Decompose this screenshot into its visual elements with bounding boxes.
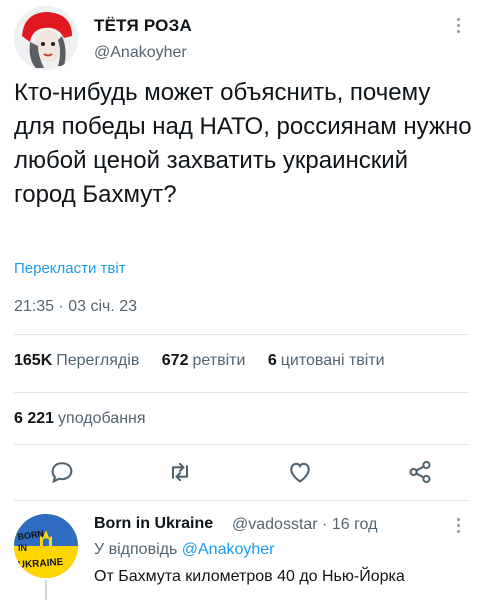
quotes-stat[interactable]: 6 цитовані твіти [268,352,385,369]
views-count: 165K [14,352,53,369]
likes-label: уподобання [58,410,146,427]
replying-prefix: У відповідь [94,541,178,558]
tweet-text: Кто-нибудь может объяснить, почему для п… [14,79,472,208]
thread-line [45,580,47,600]
replying-to-mention[interactable]: @Anakoyher [182,541,275,558]
reply-author-avatar[interactable]: BORN IN UKRAINE [14,514,78,578]
retweets-count: 672 [161,352,189,369]
author-avatar[interactable] [14,6,78,70]
like-icon[interactable] [286,458,314,486]
author-display-name[interactable]: ТЁТЯ РОЗА [94,16,192,36]
reply-more-options-icon[interactable] [452,516,464,536]
replying-to: У відповідь @Anakoyher [94,541,274,559]
reply-icon[interactable] [48,458,76,486]
views-stat[interactable]: 165K Переглядів [14,352,139,369]
divider [14,392,469,393]
quotes-label: цитовані твіти [280,352,385,369]
translate-link[interactable]: Перекласти твіт [14,260,126,277]
svg-text:IN: IN [18,543,27,553]
reply-author-name[interactable]: Born in Ukraine [94,515,213,533]
tweet-actions [0,452,483,492]
divider [14,500,469,501]
divider [14,334,469,335]
author-handle[interactable]: @Anakoyher [94,44,187,62]
reply-text: От Бахмута километров 40 до Нью-Йорка [94,568,405,585]
tweet-timestamp[interactable]: 21:35 · 03 січ. 23 [14,298,137,316]
more-options-icon[interactable] [452,16,464,36]
likes-count: 6 221 [14,410,55,427]
quotes-count: 6 [267,352,277,369]
likes-stat[interactable]: 6 221 уподобання [14,410,146,428]
retweets-stat[interactable]: 672 ретвіти [162,352,246,369]
divider [14,444,469,445]
tweet-stats: 165K Переглядів 672 ретвіти 6 цитовані твіт… [14,352,403,370]
retweets-label: ретвіти [192,352,246,369]
retweet-icon[interactable] [166,458,194,486]
views-label: Переглядів [56,352,140,369]
share-icon[interactable] [406,458,434,486]
reply-handle-time[interactable]: @vadosstar · 16 год [232,516,377,534]
